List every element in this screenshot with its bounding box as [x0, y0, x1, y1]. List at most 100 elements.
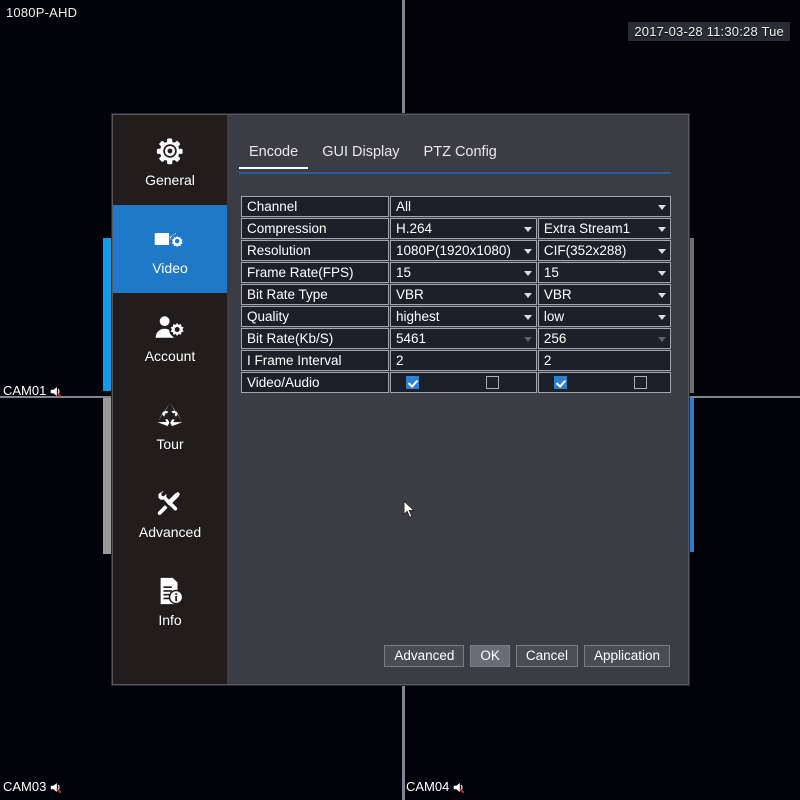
bit-rate-type-main-value: VBR: [396, 287, 424, 302]
video-audio-extra-cell: [537, 372, 671, 393]
table-row: Bit Rate Type VBR VBR: [241, 284, 671, 305]
user-gear-icon: [153, 312, 187, 342]
camera-label-cam01: CAM01: [3, 383, 63, 398]
tab-encode[interactable]: Encode: [237, 141, 310, 169]
sidebar-item-label: Advanced: [138, 523, 202, 540]
sidebar-item-general[interactable]: General: [113, 117, 227, 205]
row-label: Bit Rate(Kb/S): [241, 328, 389, 349]
dialog-sidebar: General Video Account Tour Advanced Info: [113, 115, 227, 684]
resolution-extra-dropdown[interactable]: CIF(352x288): [537, 240, 671, 261]
compression-extra-dropdown[interactable]: Extra Stream1: [537, 218, 671, 239]
osd-channel-title: 1080P-AHD: [6, 5, 78, 20]
camera-label-cam04: CAM04: [406, 779, 466, 794]
resolution-main-dropdown[interactable]: 1080P(1920x1080): [390, 240, 537, 261]
sidebar-item-info[interactable]: Info: [113, 557, 227, 645]
table-row: Video/Audio: [241, 372, 671, 393]
chevron-down-icon: [523, 336, 532, 342]
dialog-button-bar: Advanced OK Cancel Application: [227, 645, 688, 667]
chevron-down-icon: [658, 204, 666, 210]
chevron-down-icon: [523, 270, 532, 276]
audio-enable-main-checkbox[interactable]: [486, 376, 499, 389]
row-label: Compression: [241, 218, 389, 239]
speaker-muted-icon: [49, 781, 63, 794]
frame-rate-main-dropdown[interactable]: 15: [390, 262, 537, 283]
row-label: Frame Rate(FPS): [241, 262, 389, 283]
row-label: Quality: [241, 306, 389, 327]
wrench-screwdriver-icon: [153, 488, 187, 518]
resolution-main-value: 1080P(1920x1080): [396, 243, 511, 258]
table-row: I Frame Interval 2 2: [241, 350, 671, 371]
sidebar-item-label: Tour: [156, 435, 184, 452]
i-frame-interval-extra-input[interactable]: 2: [537, 350, 671, 371]
table-row: Quality highest low: [241, 306, 671, 327]
video-audio-main-cell: [390, 372, 537, 393]
frame-rate-extra-dropdown[interactable]: 15: [537, 262, 671, 283]
table-row: Compression H.264 Extra Stream1: [241, 218, 671, 239]
advanced-button[interactable]: Advanced: [384, 645, 465, 667]
row-label: Bit Rate Type: [241, 284, 389, 305]
dialog-content: Encode GUI Display PTZ Config Channel Al…: [227, 115, 688, 684]
quality-extra-value: low: [543, 309, 565, 324]
chevron-down-icon: [523, 292, 532, 298]
tab-ptz-config[interactable]: PTZ Config: [412, 141, 509, 169]
quality-main-value: highest: [396, 309, 440, 324]
sidebar-item-advanced[interactable]: Advanced: [113, 469, 227, 557]
chevron-down-icon: [658, 336, 666, 342]
video-config-dialog: General Video Account Tour Advanced Info…: [112, 114, 689, 685]
chevron-down-icon: [658, 248, 666, 254]
chevron-down-icon: [658, 270, 666, 276]
audio-enable-extra-checkbox[interactable]: [633, 376, 647, 389]
i-frame-interval-main-value: 2: [396, 353, 404, 368]
bit-rate-main-dropdown: 5461: [390, 328, 537, 349]
tab-underline: [239, 172, 671, 174]
application-button[interactable]: Application: [583, 645, 670, 667]
video-camera-gear-icon: [153, 224, 187, 254]
bit-rate-extra-dropdown: 256: [537, 328, 671, 349]
sidebar-item-label: Video: [152, 259, 188, 276]
resolution-extra-value: CIF(352x288): [543, 243, 627, 258]
recycle-arrows-icon: [153, 400, 187, 430]
bit-rate-type-extra-value: VBR: [543, 287, 572, 302]
sidebar-item-tour[interactable]: Tour: [113, 381, 227, 469]
table-row: Resolution 1080P(1920x1080) CIF(352x288): [241, 240, 671, 261]
table-row: Bit Rate(Kb/S) 5461 256: [241, 328, 671, 349]
cancel-button[interactable]: Cancel: [515, 645, 578, 667]
camera-label-cam03: CAM03: [3, 779, 63, 794]
compression-extra-value: Extra Stream1: [543, 221, 631, 236]
video-enable-main-checkbox[interactable]: [406, 376, 419, 389]
channel-dropdown[interactable]: All: [390, 196, 671, 217]
frame-rate-main-value: 15: [396, 265, 412, 280]
speaker-muted-icon: [49, 385, 63, 398]
camera-label-text: CAM03: [3, 779, 47, 794]
sidebar-item-label: Info: [158, 611, 182, 628]
sidebar-item-label: Account: [144, 347, 196, 364]
video-enable-extra-checkbox[interactable]: [553, 376, 567, 389]
compression-main-value: H.264: [396, 221, 433, 236]
row-label: I Frame Interval: [241, 350, 389, 371]
sidebar-item-account[interactable]: Account: [113, 293, 227, 381]
row-label: Resolution: [241, 240, 389, 261]
chevron-down-icon: [658, 226, 666, 232]
quality-main-dropdown[interactable]: highest: [390, 306, 537, 327]
frame-rate-extra-value: 15: [543, 265, 559, 280]
tab-gui-display[interactable]: GUI Display: [310, 141, 411, 169]
chevron-down-icon: [523, 226, 532, 232]
quality-extra-dropdown[interactable]: low: [537, 306, 671, 327]
osd-datetime: 2017-03-28 11:30:28 Tue: [628, 22, 790, 41]
bit-rate-type-extra-dropdown[interactable]: VBR: [537, 284, 671, 305]
gear-icon: [153, 136, 187, 166]
document-info-icon: [153, 576, 187, 606]
table-row: Frame Rate(FPS) 15 15: [241, 262, 671, 283]
chevron-down-icon: [658, 292, 666, 298]
i-frame-interval-main-input[interactable]: 2: [390, 350, 537, 371]
ok-button[interactable]: OK: [470, 645, 510, 667]
sidebar-item-label: General: [145, 171, 195, 188]
row-label: Channel: [241, 196, 389, 217]
compression-main-dropdown[interactable]: H.264: [390, 218, 537, 239]
bit-rate-main-value: 5461: [396, 331, 427, 346]
chevron-down-icon: [523, 314, 532, 320]
table-row: Channel All: [241, 196, 671, 217]
sidebar-item-video[interactable]: Video: [113, 205, 227, 293]
bit-rate-type-main-dropdown[interactable]: VBR: [390, 284, 537, 305]
bit-rate-extra-value: 256: [543, 331, 567, 346]
